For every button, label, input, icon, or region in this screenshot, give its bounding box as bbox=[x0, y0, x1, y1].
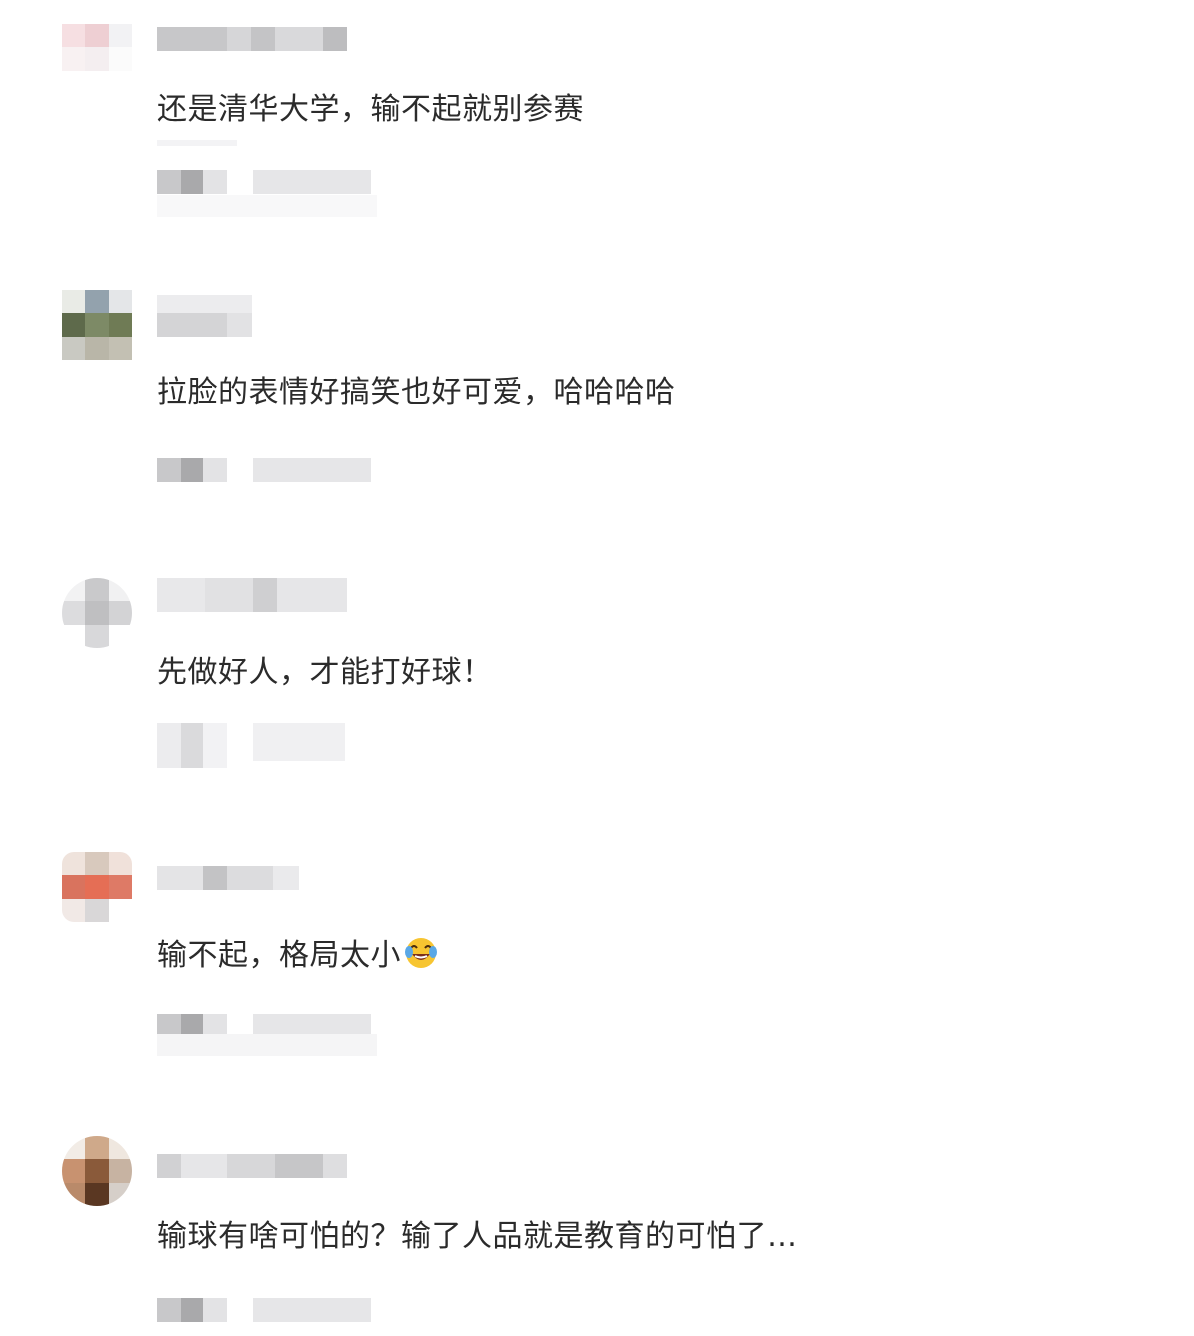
comment-text: 输球有啥可怕的？输了人品就是教育的可怕了… bbox=[157, 1219, 798, 1254]
username[interactable] bbox=[157, 1154, 347, 1178]
comment-actions bbox=[157, 1298, 377, 1322]
timestamp bbox=[157, 1298, 227, 1322]
comment-item: 输球有啥可怕的？输了人品就是教育的可怕了… bbox=[0, 0, 1194, 1336]
comment-list: 还是清华大学，输不起就别参赛 拉脸的表情好搞笑也好可爱，哈哈哈哈 先做好人，才能… bbox=[0, 0, 1194, 1336]
avatar[interactable] bbox=[62, 1136, 132, 1206]
reply-button[interactable] bbox=[253, 1298, 371, 1322]
